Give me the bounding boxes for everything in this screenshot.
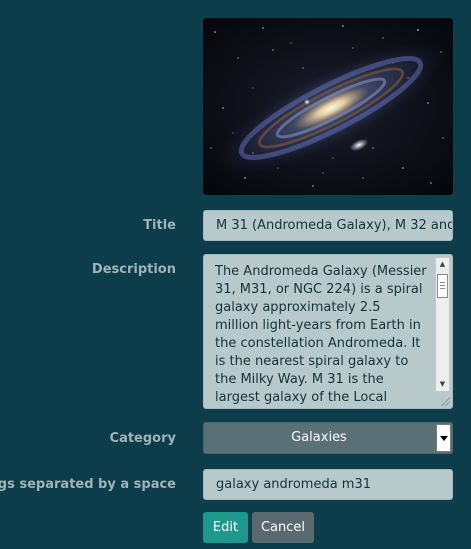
resize-grip-icon[interactable]: [440, 396, 450, 406]
galaxy-image: [203, 18, 453, 195]
scroll-thumb[interactable]: [437, 274, 448, 298]
chevron-down-icon[interactable]: [436, 424, 451, 452]
scroll-up-arrow-icon[interactable]: ▲: [436, 258, 449, 271]
description-text: The Andromeda Galaxy (Messier 31, M31, o…: [215, 264, 427, 405]
description-scrollbar[interactable]: ▲ ▼: [435, 257, 450, 392]
title-input[interactable]: M 31 (Andromeda Galaxy), M 32 and M: [203, 210, 453, 241]
category-selected-value: Galaxies: [291, 430, 347, 445]
category-select[interactable]: Galaxies: [203, 422, 453, 454]
tags-input[interactable]: galaxy andromeda m31: [203, 469, 453, 500]
galaxy-image-art: [203, 18, 453, 195]
tags-label: Tags separated by a space: [0, 477, 176, 492]
title-label: Title: [143, 218, 176, 233]
cancel-button[interactable]: Cancel: [252, 512, 314, 543]
description-label: Description: [91, 262, 176, 277]
category-label: Category: [109, 431, 176, 446]
scroll-down-arrow-icon[interactable]: ▼: [436, 378, 449, 391]
edit-button[interactable]: Edit: [203, 512, 248, 543]
description-textarea[interactable]: The Andromeda Galaxy (Messier 31, M31, o…: [203, 254, 453, 409]
